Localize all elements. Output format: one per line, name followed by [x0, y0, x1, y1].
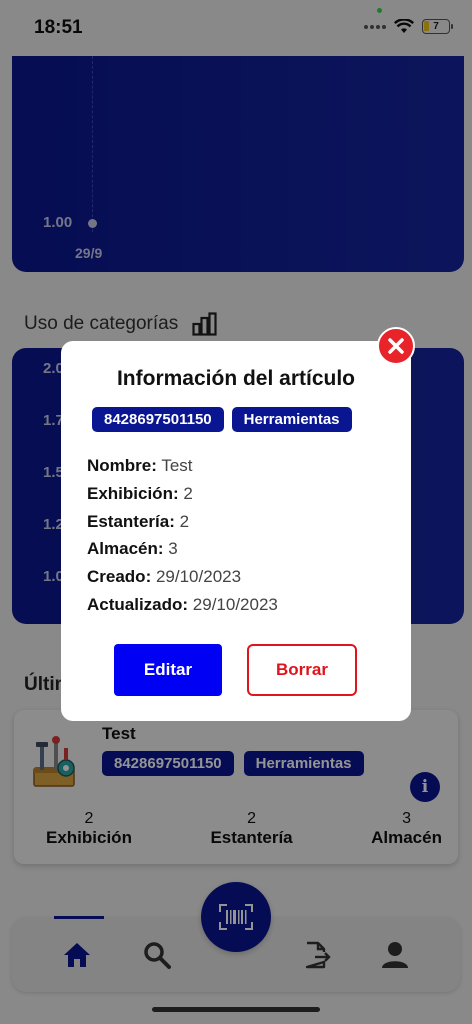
field-label: Almacén: — [87, 539, 164, 559]
field-value: 2 — [183, 483, 193, 503]
item-info-modal: Información del artículo 8428697501150 H… — [61, 341, 411, 721]
field-label: Nombre: — [87, 456, 157, 475]
field-estanteria: Estantería: 2 — [87, 508, 278, 536]
field-value: 2 — [179, 511, 190, 531]
field-value: 29/10/2023 — [155, 567, 242, 587]
modal-code-badge: 8428697501150 — [92, 407, 224, 432]
close-icon — [388, 338, 404, 354]
modal-title: Información del artículo — [116, 367, 356, 390]
delete-button[interactable]: Borrar — [247, 644, 357, 696]
modal-category-badge: Herramientas — [231, 407, 352, 432]
modal-badges: 8428697501150 Herramientas — [92, 407, 352, 432]
field-almacen: Almacén: 3 — [87, 535, 278, 563]
edit-button[interactable]: Editar — [114, 644, 222, 696]
field-label: Actualizado: — [87, 594, 189, 614]
field-nombre: Nombre: Test — [87, 452, 278, 480]
field-value: 29/10/2023 — [192, 594, 278, 614]
battery-level: 7 — [433, 21, 439, 32]
field-value: 3 — [168, 539, 178, 559]
field-label: Creado: — [87, 567, 152, 587]
modal-fields: Nombre: Test Exhibición: 2 Estantería: 2… — [87, 452, 278, 619]
field-creado: Creado: 29/10/2023 — [87, 563, 278, 591]
close-button[interactable] — [377, 327, 415, 365]
field-exhibicion: Exhibición: 2 — [87, 480, 278, 508]
field-label: Estantería: — [87, 511, 175, 531]
field-actualizado: Actualizado: 29/10/2023 — [87, 591, 278, 619]
field-value: Test — [161, 456, 193, 475]
field-label: Exhibición: — [87, 483, 179, 503]
